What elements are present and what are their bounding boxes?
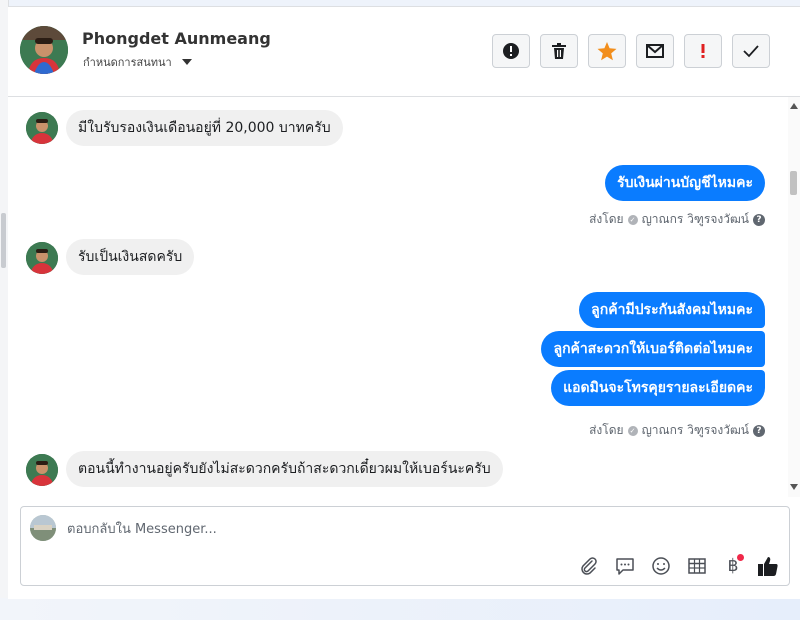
message-outgoing: ลูกค้าสะดวกให้เบอร์ติดต่อไหมคะ — [541, 331, 765, 367]
baht-icon[interactable]: ฿ — [721, 554, 745, 578]
conversation-panel: Phongdet Aunmeang กำหนดการสนทนา มีใบรับร… — [8, 6, 800, 599]
spam-button[interactable] — [684, 34, 722, 68]
scroll-thumb[interactable] — [790, 171, 797, 195]
contact-avatar-small[interactable] — [26, 454, 58, 486]
message-incoming: มีใบรับรองเงินเดือนอยู่ที่ 20,000 บาทครั… — [66, 110, 343, 146]
checkmark-icon — [743, 45, 759, 58]
message-outgoing: ลูกค้ามีประกันสังคมไหมคะ — [579, 292, 765, 328]
help-icon[interactable]: ? — [753, 213, 765, 226]
message-incoming: ตอนนี้ทำงานอยู่ครับยังไม่สะดวกครับถ้าสะด… — [66, 451, 503, 487]
envelope-icon — [646, 44, 664, 58]
contact-avatar[interactable] — [20, 26, 68, 74]
emoji-icon[interactable] — [649, 554, 673, 578]
reply-input[interactable] — [67, 519, 667, 539]
sent-by-prefix: ส่งโดย — [589, 212, 624, 226]
conversation-header: Phongdet Aunmeang กำหนดการสนทนา — [8, 7, 800, 97]
conversation-settings-label: กำหนดการสนทนา — [83, 56, 172, 69]
thumbs-up-icon[interactable] — [756, 554, 780, 578]
sent-by-label: ส่งโดย ✓ ญาณกร วิฑูรจงวัฒน์ ? — [589, 210, 765, 229]
report-button[interactable] — [492, 34, 530, 68]
caret-down-icon — [181, 59, 192, 65]
contact-name[interactable]: Phongdet Aunmeang — [82, 29, 271, 48]
star-icon — [597, 41, 617, 60]
page-bottom-band — [0, 598, 800, 620]
done-button[interactable] — [732, 34, 770, 68]
reply-composer: ฿ — [20, 506, 790, 586]
saved-reply-icon[interactable] — [613, 554, 637, 578]
paperclip-icon[interactable] — [577, 554, 601, 578]
exclamation-circle-icon — [503, 43, 519, 59]
table-icon[interactable] — [685, 554, 709, 578]
verified-check-icon: ✓ — [627, 425, 638, 436]
message-outgoing: แอดมินจะโทรคุยรายละเอียดคะ — [551, 370, 765, 406]
contact-avatar-small[interactable] — [26, 112, 58, 144]
verified-check-icon: ✓ — [627, 214, 638, 225]
sidebar-scroll-thumb[interactable] — [1, 213, 6, 268]
thread-scrollbar[interactable] — [788, 97, 800, 497]
notification-dot — [737, 554, 744, 561]
delete-button[interactable] — [540, 34, 578, 68]
sent-by-prefix: ส่งโดย — [589, 423, 624, 437]
scroll-down-arrow-icon[interactable] — [790, 484, 798, 490]
help-icon[interactable]: ? — [753, 424, 765, 437]
mark-unread-button[interactable] — [636, 34, 674, 68]
message-thread: มีใบรับรองเงินเดือนอยู่ที่ 20,000 บาทครั… — [8, 97, 788, 497]
message-outgoing: รับเงินผ่านบัญชีไหมคะ — [605, 165, 765, 201]
exclamation-icon — [701, 44, 705, 58]
page-avatar — [30, 515, 56, 541]
contact-avatar-small[interactable] — [26, 242, 58, 274]
sent-by-agent: ญาณกร วิฑูรจงวัฒน์ — [641, 212, 749, 226]
sent-by-agent: ญาณกร วิฑูรจงวัฒน์ — [641, 423, 749, 437]
sent-by-label: ส่งโดย ✓ ญาณกร วิฑูรจงวัฒน์ ? — [589, 421, 765, 440]
conversation-settings-dropdown[interactable]: กำหนดการสนทนา — [83, 53, 192, 71]
trash-icon — [552, 43, 566, 59]
scroll-up-arrow-icon[interactable] — [790, 103, 798, 109]
message-incoming: รับเป็นเงินสดครับ — [66, 239, 195, 275]
star-button[interactable] — [588, 34, 626, 68]
